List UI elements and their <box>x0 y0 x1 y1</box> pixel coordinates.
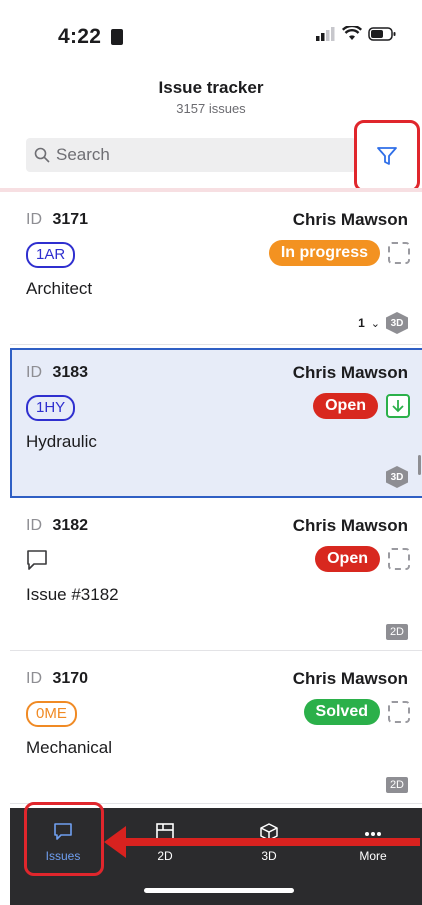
arrow-head-icon <box>104 826 126 858</box>
scrollbar[interactable] <box>418 455 421 475</box>
time-text: 4:22 <box>58 25 102 48</box>
id-label: ID <box>26 670 42 687</box>
issue-count: 3157 issues <box>176 101 246 116</box>
issue-category: Mechanical <box>26 738 112 757</box>
discipline-code: 1HY <box>26 395 76 421</box>
id-label: ID <box>26 211 42 228</box>
annotation-arrow <box>120 838 420 846</box>
filter-button[interactable] <box>354 120 420 192</box>
home-indicator <box>144 888 294 893</box>
header: Issue tracker 3157 issues <box>0 74 422 116</box>
assignee: Chris Mawson <box>292 516 408 535</box>
wifi-icon <box>342 26 362 40</box>
view-type-badge: 2D <box>385 777 408 793</box>
status-group: Open <box>313 393 410 419</box>
tab-label: 2D <box>157 849 173 863</box>
status-group: Open <box>315 546 410 572</box>
battery-icon <box>368 26 396 41</box>
status-group: In progress <box>268 240 410 266</box>
chevron-down-icon[interactable]: ⌄ <box>371 317 380 330</box>
issue-card[interactable]: ID 3171 Chris Mawson 1AR Architect In pr… <box>10 195 422 345</box>
id-card-icon <box>111 29 124 45</box>
signal-icon <box>316 26 335 41</box>
status-icons <box>316 26 396 41</box>
issue-card-selected[interactable]: ID 3183 Chris Mawson 1HY Hydraulic Open … <box>10 348 422 498</box>
search-input[interactable]: Search <box>26 138 356 172</box>
status-badge: In progress <box>268 240 380 266</box>
id-label: ID <box>26 364 42 381</box>
comment-count: 1 <box>358 316 365 330</box>
id-number: 3183 <box>52 364 89 381</box>
issue-card[interactable]: ID 3170 Chris Mawson 0ME Mechanical Solv… <box>10 654 422 804</box>
issue-id: ID 3171 <box>26 211 88 229</box>
issue-id: ID 3183 <box>26 364 88 382</box>
view-type-badge: 3D <box>386 312 408 334</box>
id-label: ID <box>26 517 42 534</box>
issue-id: ID 3182 <box>26 517 88 535</box>
discipline-code: 1AR <box>26 242 76 268</box>
card-footer: 2D <box>385 624 408 640</box>
filter-icon <box>377 147 397 165</box>
id-number: 3182 <box>52 517 89 534</box>
status-bar: 4:22 <box>0 0 422 70</box>
id-number: 3171 <box>52 211 89 228</box>
status-badge: Open <box>315 546 380 572</box>
issue-id: ID 3170 <box>26 670 88 688</box>
view-type-badge: 2D <box>385 624 408 640</box>
tab-label: Issues <box>45 849 81 863</box>
status-badge: Solved <box>303 699 380 725</box>
issue-card[interactable]: ID 3182 Chris Mawson Issue #3182 Open 2D <box>10 501 422 651</box>
checkbox[interactable] <box>388 242 410 264</box>
comment-icon <box>27 550 47 570</box>
card-footer: 1 ⌄ 3D <box>358 312 408 334</box>
status-time: 4:22 <box>58 25 124 49</box>
search-placeholder: Search <box>56 145 110 164</box>
id-number: 3170 <box>52 670 89 687</box>
divider <box>0 188 422 192</box>
status-badge: Open <box>313 393 378 419</box>
tab-label: 3D <box>261 849 277 863</box>
assignee: Chris Mawson <box>292 210 408 229</box>
issue-category: Architect <box>26 279 93 298</box>
tab-issues[interactable]: Issues <box>18 822 108 863</box>
view-type-badge: 3D <box>386 466 408 488</box>
search-icon <box>34 147 50 163</box>
card-footer: 2D <box>385 777 408 793</box>
discipline-code: 0ME <box>26 701 77 727</box>
issue-category: Hydraulic <box>26 432 97 451</box>
checkbox[interactable] <box>388 548 410 570</box>
issue-category: Issue #3182 <box>26 585 119 604</box>
checkbox[interactable] <box>388 701 410 723</box>
download-icon[interactable] <box>386 394 410 418</box>
status-group: Solved <box>303 699 410 725</box>
page-title: Issue tracker <box>158 78 264 97</box>
chat-bubble-icon <box>54 823 72 840</box>
card-footer: 3D <box>386 466 408 488</box>
assignee: Chris Mawson <box>292 363 408 382</box>
assignee: Chris Mawson <box>292 669 408 688</box>
tab-bar: Issues 2D 3D More <box>10 802 422 905</box>
tab-label: More <box>359 849 387 863</box>
